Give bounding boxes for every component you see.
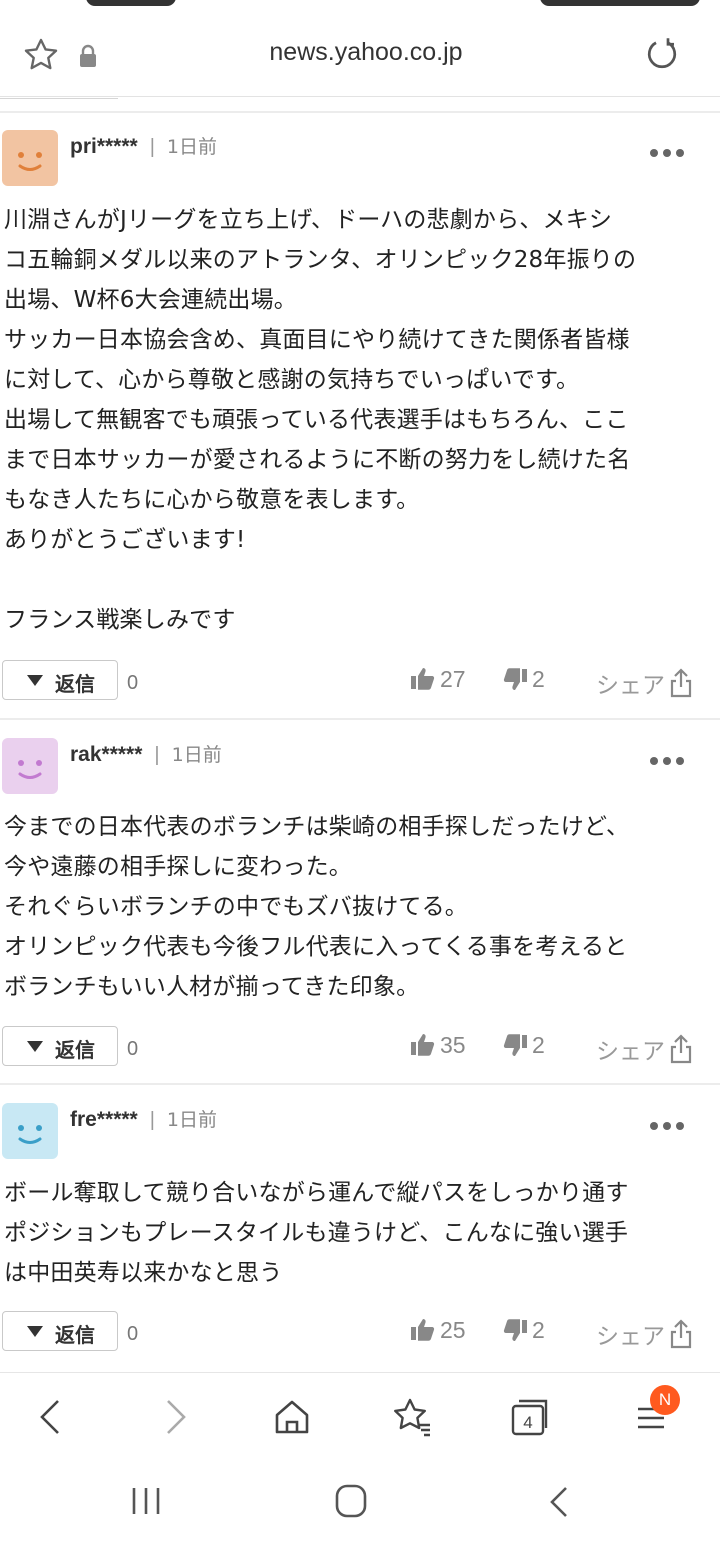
bookmarks-icon[interactable] bbox=[390, 1395, 434, 1439]
reply-button[interactable]: 返信 bbox=[2, 1026, 118, 1066]
comment-text: 今までの日本代表のボランチは柴崎の相手探しだったけど、 今や遠藤の相手探しに変わ… bbox=[4, 814, 630, 1000]
thumbs-up-icon bbox=[411, 1034, 435, 1056]
share-icon bbox=[670, 1034, 692, 1064]
comment-username[interactable]: fre***** bbox=[70, 1108, 138, 1131]
comment-username[interactable]: pri***** bbox=[70, 135, 138, 158]
thumbs-up-icon bbox=[411, 668, 435, 690]
avatar bbox=[2, 1103, 58, 1159]
avatar bbox=[2, 130, 58, 186]
home-button-icon[interactable] bbox=[331, 1482, 371, 1522]
browser-bottom-nav: 4 N bbox=[0, 1372, 720, 1459]
comment-text: ボール奪取して競り合いながら運んで縦パスをしっかり通す ポジションもプレースタイ… bbox=[4, 1180, 629, 1286]
thumbs-down-icon bbox=[503, 1319, 527, 1341]
reply-count: 0 bbox=[127, 1323, 139, 1345]
more-options-icon[interactable] bbox=[650, 750, 690, 765]
share-icon bbox=[670, 1319, 692, 1349]
share-button[interactable]: シェア bbox=[596, 666, 693, 700]
dislike-button[interactable]: 2 bbox=[502, 666, 545, 693]
tabs-icon[interactable]: 4 bbox=[508, 1395, 552, 1439]
back-icon[interactable] bbox=[30, 1395, 74, 1439]
share-icon bbox=[670, 668, 692, 698]
system-back-icon[interactable] bbox=[540, 1482, 580, 1522]
avatar bbox=[2, 738, 58, 794]
comment-time: 1日前 bbox=[171, 744, 222, 766]
more-options-icon[interactable] bbox=[650, 142, 690, 157]
thumbs-down-icon bbox=[503, 1034, 527, 1056]
comment-time: 1日前 bbox=[166, 136, 217, 158]
caret-down-icon bbox=[27, 1326, 43, 1337]
comment-username[interactable]: rak***** bbox=[70, 743, 142, 766]
comment-actions: 返信 0 35 2 シェア bbox=[0, 1026, 720, 1070]
forward-icon[interactable] bbox=[152, 1395, 196, 1439]
status-bar bbox=[0, 0, 720, 10]
comment-actions: 返信 0 27 2 シェア bbox=[0, 660, 720, 704]
comment-text: 川淵さんがJリーグを立ち上げ、ドーハの悲劇から、メキシ コ五輪銅メダル以来のアト… bbox=[4, 207, 637, 633]
dislike-button[interactable]: 2 bbox=[502, 1317, 545, 1344]
share-button[interactable]: シェア bbox=[596, 1032, 693, 1066]
thumbs-down-icon bbox=[503, 668, 527, 690]
comment-item: fre***** | 1日前 ボール奪取して競り合いながら運んで縦パスをしっかり通す… bbox=[0, 1085, 720, 1370]
thumbs-up-icon bbox=[411, 1319, 435, 1341]
reply-count: 0 bbox=[127, 1038, 139, 1060]
divider bbox=[0, 111, 720, 113]
url-text[interactable]: news.yahoo.co.jp bbox=[0, 38, 720, 67]
svg-text:4: 4 bbox=[523, 1413, 532, 1432]
previous-reply-button-edge bbox=[0, 96, 118, 99]
system-nav-bar bbox=[0, 1458, 720, 1543]
comment-actions: 返信 0 25 2 シェア bbox=[0, 1311, 720, 1355]
notification-badge: N bbox=[650, 1385, 680, 1415]
caret-down-icon bbox=[27, 1041, 43, 1052]
more-options-icon[interactable] bbox=[650, 1115, 690, 1130]
like-button[interactable]: 27 bbox=[410, 666, 466, 693]
status-icons-left bbox=[86, 0, 176, 6]
comment-item: pri***** | 1日前 川淵さんがJリーグを立ち上げ、ドーハの悲劇から、メキシ… bbox=[0, 114, 720, 718]
like-button[interactable]: 35 bbox=[410, 1032, 466, 1059]
reply-button[interactable]: 返信 bbox=[2, 660, 118, 700]
comment-time: 1日前 bbox=[166, 1109, 218, 1131]
share-button[interactable]: シェア bbox=[596, 1317, 693, 1351]
recent-apps-icon[interactable] bbox=[126, 1482, 166, 1522]
reply-count: 0 bbox=[127, 672, 139, 694]
status-icons-right bbox=[540, 0, 700, 6]
reload-icon[interactable] bbox=[644, 36, 680, 72]
caret-down-icon bbox=[27, 675, 43, 686]
like-button[interactable]: 25 bbox=[410, 1317, 466, 1344]
comment-item: rak***** | 1日前 今までの日本代表のボランチは柴崎の相手探しだったけど、… bbox=[0, 720, 720, 1082]
home-icon[interactable] bbox=[270, 1395, 314, 1439]
browser-url-bar: news.yahoo.co.jp bbox=[0, 10, 720, 97]
dislike-button[interactable]: 2 bbox=[502, 1032, 545, 1059]
reply-button[interactable]: 返信 bbox=[2, 1311, 118, 1351]
